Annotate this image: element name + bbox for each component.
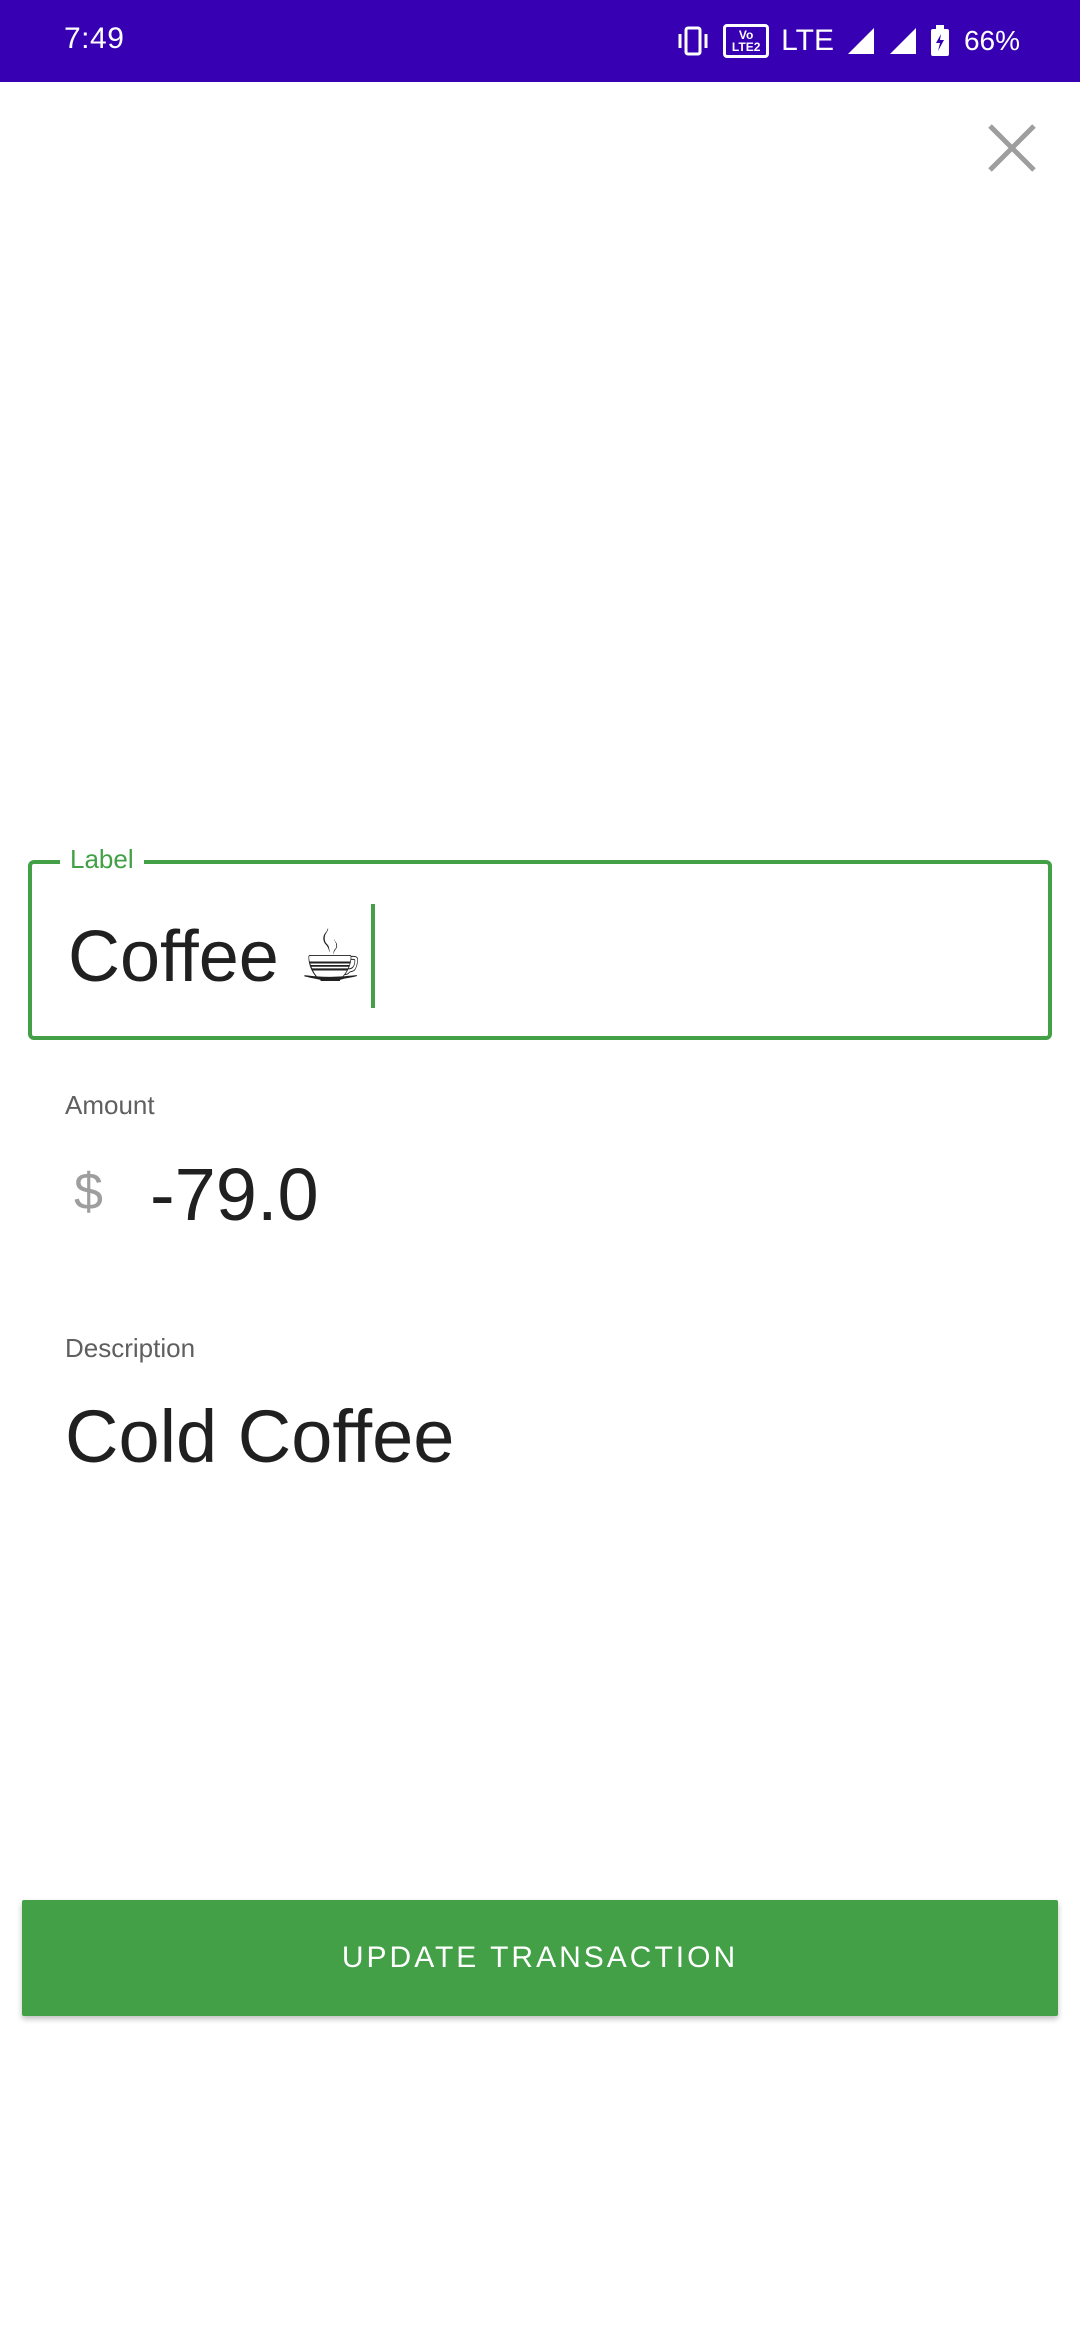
network-type: LTE [781, 24, 834, 57]
description-input[interactable]: Cold Coffee [65, 1394, 454, 1479]
label-input-value[interactable]: Coffee ☕ [68, 904, 376, 1008]
description-caption: Description [65, 1333, 196, 1363]
edit-transaction-screen: 7:49 Vo LTE2 LTE 66% Label Coffee ☕ Amou… [0, 0, 1080, 2340]
vibrate-icon [675, 24, 711, 58]
update-transaction-button[interactable]: UPDATE TRANSACTION [22, 1900, 1058, 2016]
battery-icon [930, 25, 950, 57]
battery-level: 66% [963, 25, 1020, 56]
close-icon [988, 124, 1036, 172]
status-icons: Vo LTE2 LTE 66% [675, 18, 1020, 64]
volte-icon: Vo LTE2 [723, 24, 770, 58]
close-button[interactable] [976, 112, 1048, 184]
signal-icon [846, 26, 876, 56]
status-time: 7:49 [64, 22, 125, 55]
amount-caption: Amount [65, 1090, 155, 1120]
text-cursor [371, 904, 376, 1008]
label-field-legend: Label [60, 844, 144, 875]
status-bar: 7:49 Vo LTE2 LTE 66% [0, 0, 1080, 82]
signal-icon [888, 26, 918, 56]
label-input-text: Coffee ☕ [68, 917, 364, 997]
label-input-field[interactable]: Label Coffee ☕ [28, 844, 1052, 1040]
amount-input[interactable]: -79.0 [150, 1152, 319, 1237]
currency-sign: $ [74, 1163, 103, 1221]
